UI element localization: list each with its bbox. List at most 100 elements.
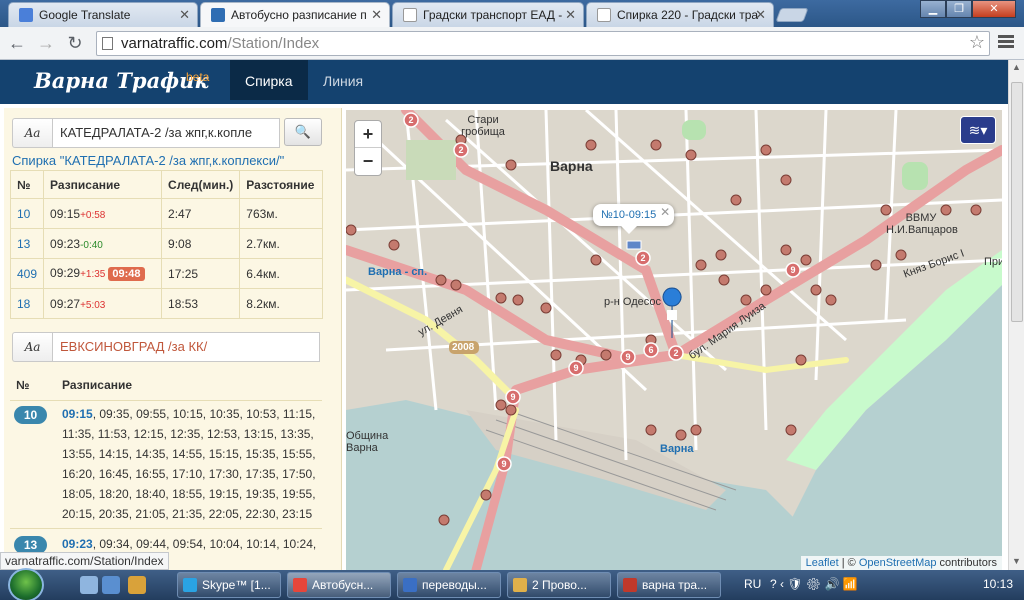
- zoom-out-button[interactable]: −: [355, 148, 381, 175]
- line-number[interactable]: 18: [9, 288, 45, 319]
- line-number[interactable]: 10: [9, 198, 45, 229]
- divider: [10, 528, 322, 529]
- attribution-suffix: contributors: [936, 557, 997, 569]
- line-badge[interactable]: 10: [14, 406, 47, 424]
- table-row[interactable]: 10 09:15+0:58 2:47 763м.: [9, 198, 324, 229]
- site-header: Варна Трафик beta Спирка Линия: [0, 60, 1008, 104]
- delay-value: +5:03: [80, 299, 106, 311]
- time-list: , 09:35, 09:55, 10:15, 10:35, 10:53, 11:…: [62, 407, 316, 521]
- map-attribution: Leaflet | © OpenStreetMap contributors: [800, 556, 1002, 570]
- close-icon[interactable]: ✕: [565, 7, 576, 23]
- search-button[interactable]: 🔍: [284, 118, 322, 146]
- map-label-pri: При: [984, 256, 1002, 268]
- zoom-in-button[interactable]: +: [355, 121, 381, 148]
- line-number[interactable]: 409: [9, 258, 45, 289]
- next-arrival: 17:25: [161, 258, 241, 289]
- map-label-municipality: Община Варна: [346, 430, 389, 454]
- table-row[interactable]: 13 09:23-0:40 9:08 2.7км.: [9, 228, 324, 259]
- task-paint[interactable]: варна тра...: [617, 572, 721, 598]
- tab-title: Спирка 220 - Градски тра: [617, 8, 759, 22]
- scrollbar-thumb[interactable]: [1011, 82, 1023, 322]
- minimize-button[interactable]: ▁: [920, 0, 946, 18]
- forward-arrow-icon[interactable]: →: [35, 32, 57, 54]
- next-arrival: 9:08: [161, 228, 241, 259]
- page-scrollbar[interactable]: ▲ ▼: [1008, 60, 1024, 570]
- schedule-cell: 09:23-0:40: [43, 228, 163, 259]
- close-icon[interactable]: ✕: [660, 205, 670, 219]
- next-arrival: 18:53: [161, 288, 241, 319]
- close-icon[interactable]: ✕: [179, 7, 190, 23]
- clock[interactable]: 10:13: [983, 577, 1013, 591]
- map-label-station: Варна - сп.: [368, 266, 428, 278]
- scroll-up-icon[interactable]: ▲: [1012, 62, 1021, 72]
- explorer-icon[interactable]: [80, 576, 98, 594]
- keyboard-toggle-button[interactable]: Aa: [12, 332, 52, 362]
- menu-icon[interactable]: [998, 35, 1014, 50]
- attribution-separator: | ©: [838, 557, 859, 569]
- word-icon: [403, 578, 417, 592]
- task-skype[interactable]: Skype™ [1...: [177, 572, 281, 598]
- task-explorer[interactable]: 2 Прово...: [507, 572, 611, 598]
- scheduled-time: 09:27: [50, 296, 81, 311]
- current-time: 09:23: [62, 537, 93, 551]
- line-number[interactable]: 13: [9, 228, 45, 259]
- keyboard-toggle-button[interactable]: Aa: [12, 118, 52, 148]
- osm-link[interactable]: OpenStreetMap: [859, 557, 937, 569]
- beta-label: beta: [186, 70, 210, 84]
- close-icon[interactable]: ✕: [755, 7, 766, 23]
- zoom-control: + −: [354, 120, 382, 176]
- delay-value: +0:58: [80, 209, 106, 221]
- tab-gradski-transport[interactable]: Градски транспорт ЕАД - ✕: [392, 2, 584, 27]
- site-logo[interactable]: Варна Трафик: [34, 68, 209, 93]
- svg-text:2: 2: [408, 115, 413, 125]
- delay-value: -0:40: [80, 239, 103, 251]
- language-indicator[interactable]: RU: [744, 577, 761, 591]
- schedule-cell: 09:27+5:03: [43, 288, 163, 319]
- google-translate-favicon-icon: [19, 8, 33, 22]
- skype-icon: [183, 578, 197, 592]
- close-window-button[interactable]: ✕: [972, 0, 1016, 18]
- tab-varnatraffic[interactable]: Автобусно разписание п ✕: [200, 2, 390, 27]
- layers-button[interactable]: ≋▾: [960, 116, 996, 144]
- map-label-odesos: р-н Одесос: [604, 296, 662, 308]
- new-tab-button[interactable]: [775, 8, 809, 22]
- col-line: №: [16, 378, 30, 392]
- task-chrome[interactable]: Автобусн...: [287, 572, 391, 598]
- nav-line[interactable]: Линия: [308, 60, 378, 100]
- distance: 2.7км.: [239, 228, 324, 259]
- arrivals-table: № Разписание След(мин.) Разстояние 10 09…: [9, 170, 324, 319]
- address-bar[interactable]: varnatraffic.com/Station/Index ☆: [96, 31, 990, 56]
- svg-text:9: 9: [573, 363, 578, 373]
- table-row[interactable]: 18 09:27+5:03 18:53 8.2км.: [9, 288, 324, 319]
- desktop-icon[interactable]: [102, 576, 120, 594]
- leaflet-link[interactable]: Leaflet: [806, 557, 839, 569]
- map[interactable]: 2 2 2 2 9 9 9 9 9 6 Варна Стари гробища ВВМУ Н.…: [346, 110, 1002, 570]
- task-label: варна тра...: [642, 578, 708, 592]
- stop-panel: Aa КАТЕДРАЛАТА-2 /за жпг,к.копле 🔍 Спирк…: [4, 108, 342, 570]
- reload-icon[interactable]: ↻: [64, 32, 86, 54]
- back-arrow-icon[interactable]: ←: [6, 32, 28, 54]
- tab-google-translate[interactable]: Google Translate ✕: [8, 2, 198, 27]
- stop-search-input[interactable]: КАТЕДРАЛАТА-2 /за жпг,к.копле: [52, 118, 280, 148]
- start-button[interactable]: [8, 568, 44, 600]
- close-icon[interactable]: ✕: [371, 7, 382, 23]
- scroll-down-icon[interactable]: ▼: [1012, 556, 1021, 566]
- task-label: Автобусн...: [312, 578, 374, 592]
- maximize-button[interactable]: ❐: [946, 0, 972, 18]
- next-arrival: 2:47: [161, 198, 241, 229]
- task-label: 2 Прово...: [532, 578, 587, 592]
- table-row[interactable]: 409 09:29+1:35 09:48 17:25 6.4км.: [9, 258, 324, 289]
- tab-spirka-220[interactable]: Спирка 220 - Градски тра ✕: [586, 2, 774, 27]
- tray-icons[interactable]: ? ‹ 🛡 ⚙ 🔊 📶: [770, 577, 858, 591]
- nav-stop[interactable]: Спирка: [230, 60, 308, 100]
- browser-toolbar: ← → ↻ varnatraffic.com/Station/Index ☆: [0, 27, 1024, 60]
- col-schedule: Разписание: [43, 170, 163, 199]
- folder-icon[interactable]: [128, 576, 146, 594]
- task-word[interactable]: переводы...: [397, 572, 501, 598]
- timetable-list: 09:15, 09:35, 09:55, 10:15, 10:35, 10:53…: [62, 404, 324, 524]
- task-label: Skype™ [1...: [202, 578, 271, 592]
- bookmark-star-icon[interactable]: ☆: [969, 32, 985, 53]
- stop-search: Aa КАТЕДРАЛАТА-2 /за жпг,к.копле 🔍: [12, 118, 322, 148]
- direction-input[interactable]: ЕВКСИНОВГРАД /за КК/: [52, 332, 320, 362]
- bus-popup[interactable]: №10-09:15 ✕: [593, 204, 675, 234]
